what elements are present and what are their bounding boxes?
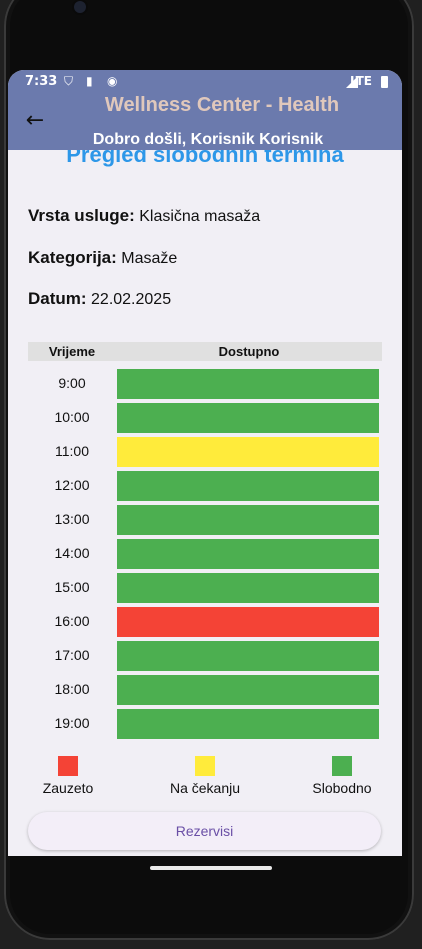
service-value: Klasična masaža xyxy=(139,208,261,225)
header-time: Vrijeme xyxy=(48,344,96,359)
slot-availability-free[interactable] xyxy=(117,369,379,399)
slot-row: 10:00 xyxy=(28,403,382,433)
legend-taken-label: Zauzeto xyxy=(42,780,94,796)
battery-icon xyxy=(381,76,388,88)
slot-row: 14:00 xyxy=(28,539,382,569)
date-row: Datum: 22.02.2025 xyxy=(28,289,171,309)
slot-row: 17:00 xyxy=(28,641,382,671)
slot-availability-pending[interactable] xyxy=(117,437,379,467)
category-label: Kategorija: xyxy=(28,248,117,267)
slot-time: 17:00 xyxy=(54,647,90,663)
legend: Zauzeto Na čekanju Slobodno xyxy=(28,756,382,796)
sync-icon: ◉ xyxy=(107,74,118,88)
slot-availability-free[interactable] xyxy=(117,675,379,705)
legend-taken: Zauzeto xyxy=(28,756,108,796)
slot-time: 18:00 xyxy=(54,681,90,697)
date-label: Datum: xyxy=(28,289,87,308)
header-available: Dostupno xyxy=(218,344,280,359)
slot-availability-free[interactable] xyxy=(117,505,379,535)
legend-pending-label: Na čekanju xyxy=(169,780,241,796)
slot-availability-free[interactable] xyxy=(117,471,379,501)
slot-time: 11:00 xyxy=(55,443,89,459)
slot-time: 9:00 xyxy=(58,375,86,391)
slot-availability-free[interactable] xyxy=(117,539,379,569)
status-time: 7:33 xyxy=(25,74,58,89)
service-label: Vrsta usluge: xyxy=(28,206,135,225)
sd-card-icon: ▮ xyxy=(86,74,93,88)
signal-icon xyxy=(346,76,358,88)
welcome-text: Dobro došli, Korisnik Korisnik xyxy=(92,131,324,148)
slot-availability-free[interactable] xyxy=(117,403,379,433)
slot-row: 16:00 xyxy=(28,607,382,637)
slots-table-header: Vrijeme Dostupno xyxy=(28,342,382,361)
slot-time: 15:00 xyxy=(54,579,90,595)
category-value: Masaže xyxy=(121,250,178,267)
shield-icon: ⛉ xyxy=(64,74,74,88)
slot-row: 13:00 xyxy=(28,505,382,535)
slot-time: 16:00 xyxy=(54,613,90,629)
slot-time: 13:00 xyxy=(54,511,90,527)
time-slots-list: 9:00 10:00 11:00 12:00 13:00 14:00 15:00 16:00 1… xyxy=(28,369,382,743)
status-bar: 7:33 ⛉ ▮ ◉ LTE xyxy=(8,70,402,94)
slot-time: 10:00 xyxy=(54,409,90,425)
legend-pending: Na čekanju xyxy=(160,756,250,796)
service-row: Vrsta usluge: Klasična masaža xyxy=(28,206,260,226)
slot-time: 12:00 xyxy=(54,477,90,493)
slot-availability-free[interactable] xyxy=(117,573,379,603)
slot-time: 19:00 xyxy=(54,715,90,731)
legend-taken-swatch xyxy=(58,756,78,776)
app-title: Wellness Center - Health xyxy=(104,94,340,116)
legend-free: Slobodno xyxy=(302,756,382,796)
app-screen: 7:33 ⛉ ▮ ◉ LTE ← Wellness Center - Healt… xyxy=(8,70,402,856)
slot-row: 12:00 xyxy=(28,471,382,501)
slot-availability-free[interactable] xyxy=(117,709,379,739)
back-arrow-icon[interactable]: ← xyxy=(22,108,48,134)
reserve-button[interactable]: Rezervisi xyxy=(28,812,381,850)
category-row: Kategorija: Masaže xyxy=(28,248,177,268)
slot-availability-taken[interactable] xyxy=(117,607,379,637)
slot-row: 18:00 xyxy=(28,675,382,705)
app-bar: 7:33 ⛉ ▮ ◉ LTE ← Wellness Center - Healt… xyxy=(8,70,402,150)
home-indicator[interactable] xyxy=(150,866,272,870)
date-value: 22.02.2025 xyxy=(91,291,172,308)
slot-time: 14:00 xyxy=(54,545,90,561)
slot-row: 9:00 xyxy=(28,369,382,399)
front-camera xyxy=(74,1,86,13)
slot-row: 11:00 xyxy=(28,437,382,467)
legend-pending-swatch xyxy=(195,756,215,776)
legend-free-label: Slobodno xyxy=(312,780,372,796)
legend-free-swatch xyxy=(332,756,352,776)
slot-availability-free[interactable] xyxy=(117,641,379,671)
slot-row: 19:00 xyxy=(28,709,382,739)
slot-row: 15:00 xyxy=(28,573,382,603)
